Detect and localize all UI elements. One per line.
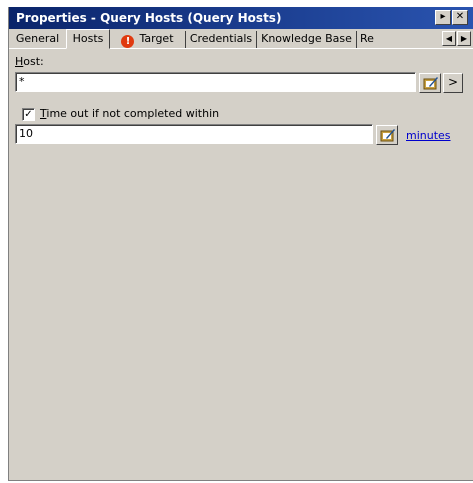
tab-target[interactable]: ! Target (110, 31, 186, 48)
tab-scroll-right-button[interactable]: ▶ (457, 31, 471, 46)
warning-icon: ! (121, 35, 135, 48)
tab-knowledge-base-label: Knowledge Base (261, 32, 352, 45)
timeout-input[interactable]: 10 (15, 124, 373, 144)
tab-general[interactable]: General (9, 31, 67, 48)
chevron-right-icon: > (447, 75, 459, 89)
host-browse-button[interactable]: > (443, 73, 463, 93)
pin-icon: ▸ (440, 11, 446, 22)
close-button[interactable]: ✕ (452, 10, 468, 25)
tab-knowledge-base[interactable]: Knowledge Base (257, 31, 357, 48)
tab-credentials[interactable]: Credentials (186, 31, 257, 48)
host-edit-button[interactable] (419, 73, 441, 93)
arrow-left-icon: ◀ (445, 34, 453, 43)
edit-icon (380, 129, 395, 142)
pin-button[interactable]: ▸ (435, 10, 451, 25)
tab-bar: General Hosts ! Target Credentials Knowle… (9, 29, 473, 49)
checkmark-icon: ✓ (24, 109, 33, 120)
host-input[interactable]: * (15, 72, 416, 92)
tab-general-label: General (15, 32, 60, 45)
minutes-link[interactable]: minutes (406, 129, 451, 142)
close-icon: ✕ (455, 11, 465, 22)
host-label-rest: ost: (23, 55, 44, 68)
window-title: Properties - Query Hosts (Query Hosts) (16, 11, 282, 25)
host-input-value: * (19, 75, 25, 88)
host-label: Host: (15, 55, 44, 68)
tab-hosts-label: Hosts (72, 32, 104, 45)
tab-credentials-label: Credentials (189, 32, 253, 45)
tab-re-label: Re (360, 32, 374, 45)
timeout-label: Time out if not completed within (40, 107, 219, 120)
arrow-right-icon: ▶ (460, 34, 468, 43)
timeout-checkbox[interactable]: ✓ (22, 108, 35, 121)
title-bar[interactable]: Properties - Query Hosts (Query Hosts) ▸… (9, 7, 473, 29)
timeout-input-value: 10 (19, 127, 33, 140)
properties-window: Properties - Query Hosts (Query Hosts) ▸… (8, 7, 473, 481)
edit-icon (423, 77, 438, 90)
tab-target-label: Target (139, 32, 174, 45)
timeout-label-rest: ime out if not completed within (46, 107, 220, 120)
timeout-edit-button[interactable] (376, 125, 398, 145)
tab-hosts[interactable]: Hosts (66, 29, 110, 49)
tab-re[interactable]: Re (357, 31, 383, 48)
tab-scroll-left-button[interactable]: ◀ (442, 31, 456, 46)
